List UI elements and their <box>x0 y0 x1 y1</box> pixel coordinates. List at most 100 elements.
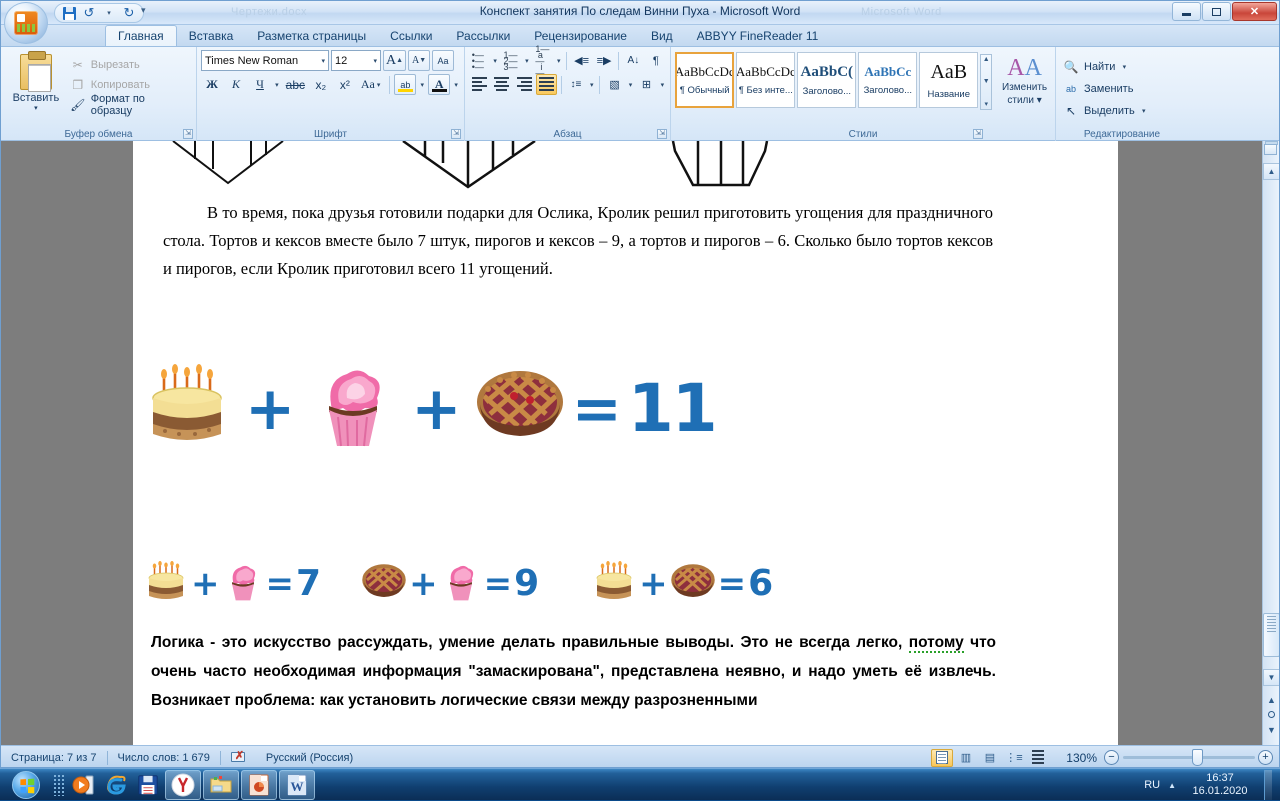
save-launcher[interactable] <box>134 771 162 799</box>
text-highlight-button[interactable]: ab <box>394 74 416 95</box>
internet-explorer-launcher[interactable] <box>102 771 130 799</box>
tab-references[interactable]: Ссылки <box>378 25 444 46</box>
scroll-down-button[interactable]: ▼ <box>1263 669 1279 686</box>
font-size-combobox[interactable]: 12 ▾ <box>331 50 381 71</box>
bullets-caret-icon[interactable]: ▾ <box>491 57 498 65</box>
minimize-button[interactable] <box>1172 2 1201 21</box>
style-title[interactable]: AaB Название <box>919 52 978 108</box>
borders-caret-icon[interactable]: ▾ <box>659 81 666 89</box>
paste-button[interactable]: Вставить ▾ <box>5 50 67 141</box>
close-button[interactable]: ✕ <box>1232 2 1277 21</box>
save-button[interactable] <box>59 5 79 22</box>
align-justify-button[interactable] <box>536 74 556 95</box>
bold-button[interactable]: Ж <box>201 74 223 95</box>
word-button[interactable]: W <box>279 770 315 800</box>
scroll-up-icon[interactable]: ▲ <box>983 56 990 63</box>
show-desktop-button[interactable] <box>1264 770 1272 800</box>
multilevel-list-button[interactable]: 1— a— i— <box>533 50 553 71</box>
yandex-browser-button[interactable] <box>165 770 201 800</box>
increase-indent-button[interactable]: ≡▶ <box>594 50 614 71</box>
zoom-slider-thumb[interactable] <box>1192 749 1203 766</box>
tab-abbyy-finereader[interactable]: ABBYY FineReader 11 <box>685 25 831 46</box>
zoom-out-button[interactable]: − <box>1104 750 1119 765</box>
full-screen-reading-button[interactable]: ▥ <box>955 749 977 767</box>
italic-button[interactable]: К <box>225 74 247 95</box>
file-explorer-button[interactable] <box>203 770 239 800</box>
tab-home[interactable]: Главная <box>105 25 177 46</box>
font-color-caret-icon[interactable]: ▾ <box>452 81 460 89</box>
paste-dropdown-caret-icon[interactable]: ▾ <box>34 104 38 112</box>
clear-formatting-button[interactable]: Aa <box>432 50 454 71</box>
change-styles-button[interactable]: AA Изменить стили ▾ <box>998 52 1051 110</box>
subscript-button[interactable]: x₂ <box>310 74 332 95</box>
sort-button[interactable]: A↓ <box>623 50 643 71</box>
change-case-button[interactable]: Aa▾ <box>358 74 386 95</box>
next-page-button[interactable]: ▼ <box>1265 723 1278 736</box>
undo-button[interactable]: ↺ <box>79 5 99 22</box>
zoom-level-label[interactable]: 130% <box>1066 751 1097 765</box>
redo-button[interactable]: ↻ <box>119 5 139 22</box>
tab-mailings[interactable]: Рассылки <box>444 25 522 46</box>
print-layout-view-button[interactable] <box>931 749 953 767</box>
powerpoint-button[interactable] <box>241 770 277 800</box>
line-spacing-button[interactable]: ↕≡ <box>566 74 586 95</box>
select-button[interactable]: ↖ Выделить ▾ <box>1060 100 1184 122</box>
align-center-button[interactable] <box>491 74 511 95</box>
word-count-indicator[interactable]: Число слов: 1 679 <box>108 752 220 764</box>
tab-page-layout[interactable]: Разметка страницы <box>245 25 378 46</box>
vertical-scrollbar[interactable]: ▲ ▼ ▲ ▼ <box>1262 141 1279 745</box>
highlight-caret-icon[interactable]: ▾ <box>418 81 426 89</box>
numbering-button[interactable]: 1—2—3— <box>501 50 521 71</box>
document-paragraph-problem[interactable]: В то время, пока друзья готовили подарки… <box>163 199 993 283</box>
strikethrough-button[interactable]: abc <box>283 74 308 95</box>
bullets-button[interactable]: •—•—•— <box>469 50 489 71</box>
paragraph-dialog-launcher[interactable]: ⇲ <box>657 129 667 139</box>
language-indicator-tray[interactable]: RU <box>1144 779 1160 791</box>
clock[interactable]: 16:37 16.01.2020 <box>1184 772 1256 798</box>
copy-button[interactable]: ❐ Копировать <box>67 75 192 95</box>
line-spacing-caret-icon[interactable]: ▾ <box>588 81 595 89</box>
format-painter-button[interactable]: 🖌 Формат по образцу <box>67 95 192 115</box>
zoom-slider-track[interactable] <box>1123 756 1255 759</box>
superscript-button[interactable]: x² <box>334 74 356 95</box>
toolbar-grip[interactable] <box>53 774 65 796</box>
grow-font-button[interactable]: A▲ <box>383 50 406 71</box>
scroll-down-icon[interactable]: ▼ <box>983 78 990 85</box>
underline-caret-icon[interactable]: ▾ <box>273 81 281 89</box>
font-name-combobox[interactable]: Times New Roman ▾ <box>201 50 329 71</box>
web-layout-view-button[interactable]: ▤ <box>979 749 1001 767</box>
outline-view-button[interactable]: ⋮≡ <box>1003 749 1025 767</box>
browse-object-button[interactable] <box>1265 708 1278 721</box>
styles-more-icon[interactable]: ▾ <box>984 100 988 108</box>
office-button[interactable] <box>4 2 48 44</box>
show-formatting-marks-button[interactable]: ¶ <box>646 50 666 71</box>
tab-view[interactable]: Вид <box>639 25 685 46</box>
shrink-font-button[interactable]: A▼ <box>408 50 430 71</box>
customize-qat-caret-icon[interactable]: ▾ <box>141 5 146 16</box>
page-indicator[interactable]: Страница: 7 из 7 <box>1 752 107 764</box>
borders-button[interactable]: ⊞ <box>636 74 656 95</box>
align-right-button[interactable] <box>514 74 534 95</box>
clipboard-dialog-launcher[interactable]: ⇲ <box>183 129 193 139</box>
styles-dialog-launcher[interactable]: ⇲ <box>973 129 983 139</box>
start-button[interactable] <box>2 770 50 800</box>
font-dialog-launcher[interactable]: ⇲ <box>451 129 461 139</box>
draft-view-button[interactable] <box>1027 749 1049 767</box>
align-left-button[interactable] <box>469 74 489 95</box>
undo-dropdown-caret-icon[interactable]: ▾ <box>99 5 119 22</box>
scrollbar-thumb[interactable] <box>1263 613 1279 657</box>
style-heading-1[interactable]: AaBbC( Заголово... <box>797 52 856 108</box>
underline-button[interactable]: Ч <box>249 74 271 95</box>
style-heading-2[interactable]: AaBbCc Заголово... <box>858 52 917 108</box>
document-page[interactable]: В то время, пока друзья готовили подарки… <box>133 141 1118 745</box>
select-browse-object-button[interactable] <box>1264 144 1277 155</box>
document-paragraph-logic[interactable]: Логика - это искусство рассуждать, умени… <box>151 628 996 715</box>
previous-page-button[interactable]: ▲ <box>1265 693 1278 706</box>
decrease-indent-button[interactable]: ◀≡ <box>571 50 591 71</box>
multilevel-caret-icon[interactable]: ▾ <box>555 57 562 65</box>
zoom-in-button[interactable]: + <box>1258 750 1273 765</box>
shading-caret-icon[interactable]: ▾ <box>627 81 634 89</box>
proofing-status[interactable]: ✗ <box>221 751 256 764</box>
font-color-button[interactable]: A <box>428 74 450 95</box>
numbering-caret-icon[interactable]: ▾ <box>523 57 530 65</box>
